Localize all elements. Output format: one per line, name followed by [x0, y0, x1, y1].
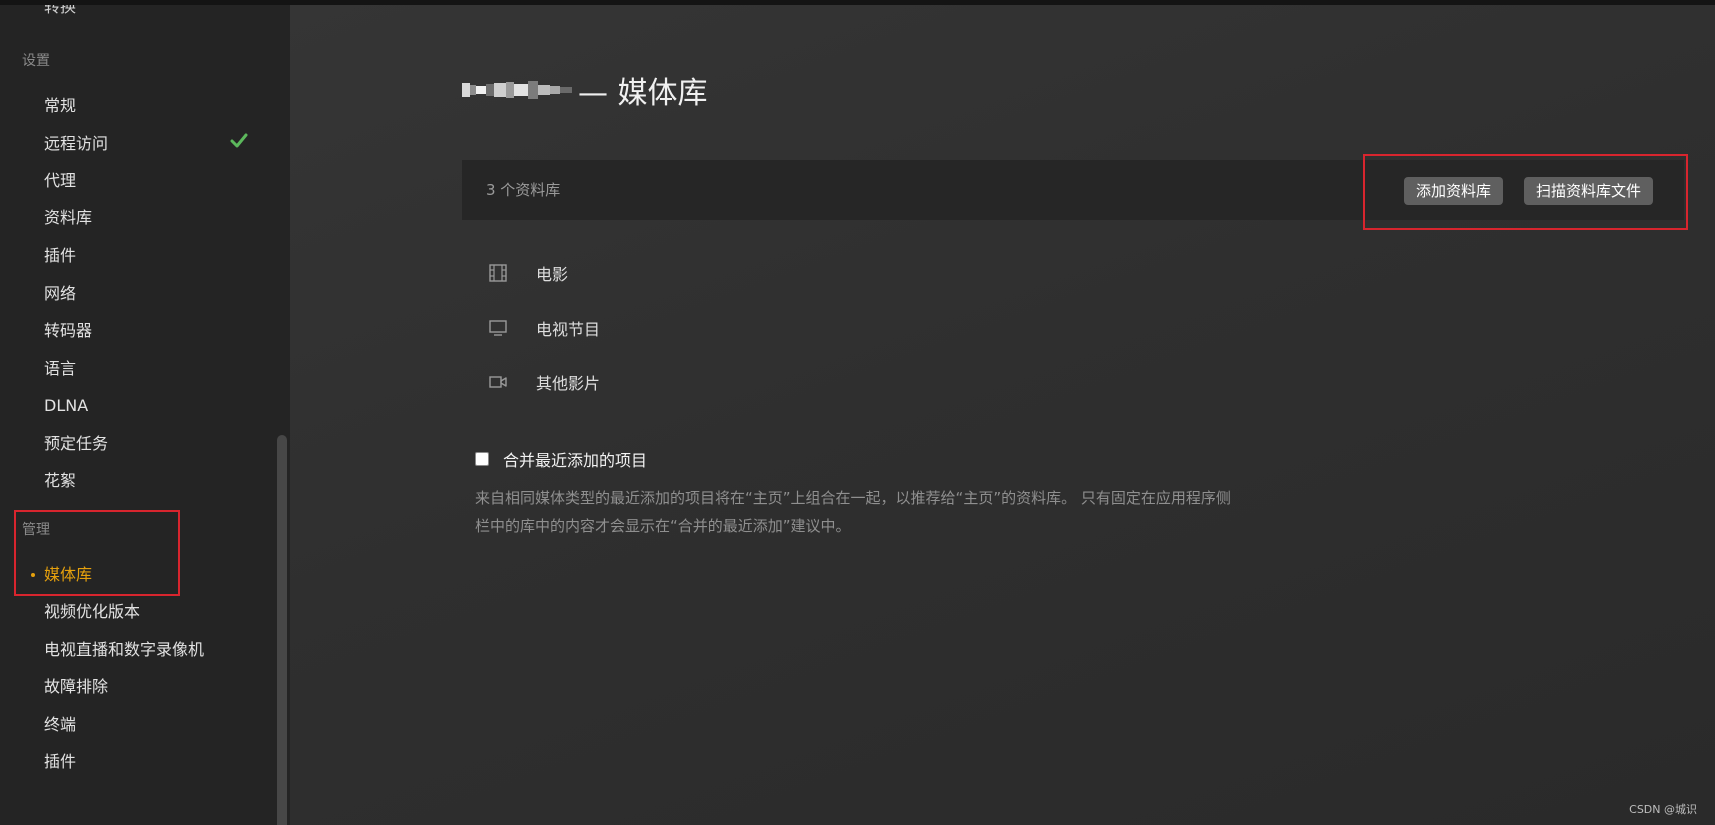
sidebar-scrollbar[interactable]	[277, 435, 287, 825]
check-icon	[230, 133, 248, 148]
sidebar-item-live-tv-dvr[interactable]: 电视直播和数字录像机	[44, 638, 204, 662]
highlight-box-manage	[14, 510, 180, 596]
sidebar-item-clipped[interactable]: 转换	[44, 5, 76, 19]
sidebar-item-plugins[interactable]: 插件	[44, 244, 76, 268]
sidebar-item-general[interactable]: 常规	[44, 94, 76, 118]
sidebar-item-library[interactable]: 资料库	[44, 206, 92, 230]
page-title-text: — 媒体库	[578, 76, 708, 111]
settings-sidebar: 转换 设置 常规 远程访问 代理 资料库 插件 网络 转码器 语言 DLNA 预…	[0, 5, 290, 825]
sidebar-item-network[interactable]: 网络	[44, 282, 76, 306]
library-name: 其他影片	[536, 374, 601, 393]
merge-recently-added-checkbox[interactable]	[475, 452, 489, 466]
library-count: 3 个资料库	[486, 181, 561, 199]
sidebar-item-language[interactable]: 语言	[44, 357, 76, 381]
tv-icon	[489, 320, 507, 336]
library-name: 电视节目	[536, 320, 601, 339]
sidebar-section-settings: 设置	[22, 53, 50, 69]
library-item-movies[interactable]: 电影	[488, 261, 568, 285]
library-name: 电影	[536, 265, 569, 284]
sidebar-item-scheduled-tasks[interactable]: 预定任务	[44, 432, 108, 456]
highlight-box-actions	[1363, 154, 1688, 230]
merge-recently-added-label[interactable]: 合并最近添加的项目	[503, 447, 647, 471]
sidebar-item-console[interactable]: 终端	[44, 713, 76, 737]
sidebar-item-troubleshooting[interactable]: 故障排除	[44, 675, 108, 699]
sidebar-item-manage-plugins[interactable]: 插件	[44, 750, 76, 774]
sidebar-item-remote-access[interactable]: 远程访问	[44, 132, 108, 156]
sidebar-item-proxy[interactable]: 代理	[44, 169, 76, 193]
main-content	[290, 5, 1715, 825]
watermark: CSDN @城识	[1629, 803, 1697, 816]
merge-recently-added-description: 来自相同媒体类型的最近添加的项目将在“主页”上组合在一起，以推荐给“主页”的资料…	[475, 489, 1231, 535]
sidebar-item-extras[interactable]: 花絮	[44, 469, 76, 493]
library-item-other-videos[interactable]: 其他影片	[488, 370, 600, 394]
sidebar-item-optimized-versions[interactable]: 视频优化版本	[44, 600, 140, 624]
film-icon	[489, 264, 507, 282]
page-title: — 媒体库	[462, 70, 708, 111]
sidebar-item-transcoder[interactable]: 转码器	[44, 319, 92, 343]
library-item-tv-shows[interactable]: 电视节目	[488, 316, 600, 340]
redacted-server-name	[462, 75, 572, 105]
sidebar-item-dlna[interactable]: DLNA	[44, 394, 88, 418]
merge-recently-added-option[interactable]: 合并最近添加的项目	[475, 447, 647, 471]
video-camera-icon	[489, 376, 507, 388]
